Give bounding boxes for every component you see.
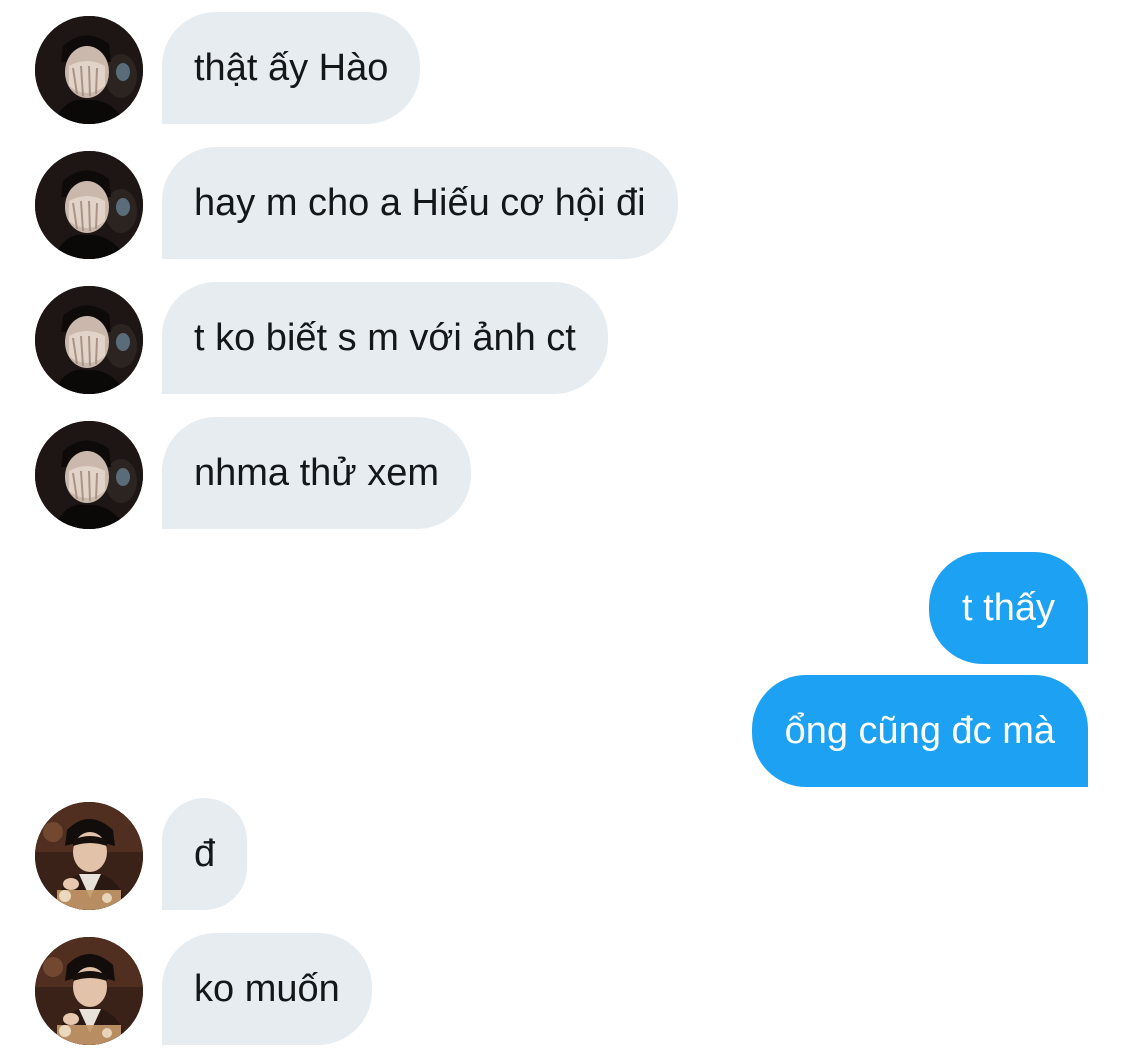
message-bubble-incoming[interactable]: nhma thử xem [162,417,472,529]
avatar[interactable] [35,286,143,394]
message-bubble-incoming[interactable]: thật ấy Hào [162,12,421,124]
user-photo-icon [35,421,143,529]
message-row-incoming: thật ấy Hào [0,12,1125,124]
message-bubble-incoming[interactable]: hay m cho a Hiếu cơ hội đi [162,147,678,259]
message-row-incoming: đ [0,798,1125,910]
message-bubble-incoming[interactable]: ko muốn [162,933,372,1045]
user-photo-icon [35,286,143,394]
user-photo-icon [35,802,143,910]
avatar[interactable] [35,802,143,910]
avatar[interactable] [35,421,143,529]
user-photo-icon [35,151,143,259]
message-bubble-outgoing[interactable]: ổng cũng đc mà [751,675,1088,787]
conversation-thread: thật ấy Hào hay m cho a Hiếu cơ hội đi t… [0,0,1125,1062]
avatar[interactable] [35,16,143,124]
message-bubble-outgoing[interactable]: t thấy [929,552,1088,664]
message-row-incoming: ko muốn [0,933,1125,1045]
user-photo-icon [35,937,143,1045]
avatar[interactable] [35,937,143,1045]
avatar[interactable] [35,151,143,259]
message-bubble-incoming[interactable]: đ [162,798,248,910]
user-photo-icon [35,16,143,124]
message-row-incoming: hay m cho a Hiếu cơ hội đi [0,147,1125,259]
message-row-incoming: t ko biết s m với ảnh ct [0,282,1125,394]
message-row-incoming: nhma thử xem [0,417,1125,529]
message-bubble-incoming[interactable]: t ko biết s m với ảnh ct [162,282,608,394]
